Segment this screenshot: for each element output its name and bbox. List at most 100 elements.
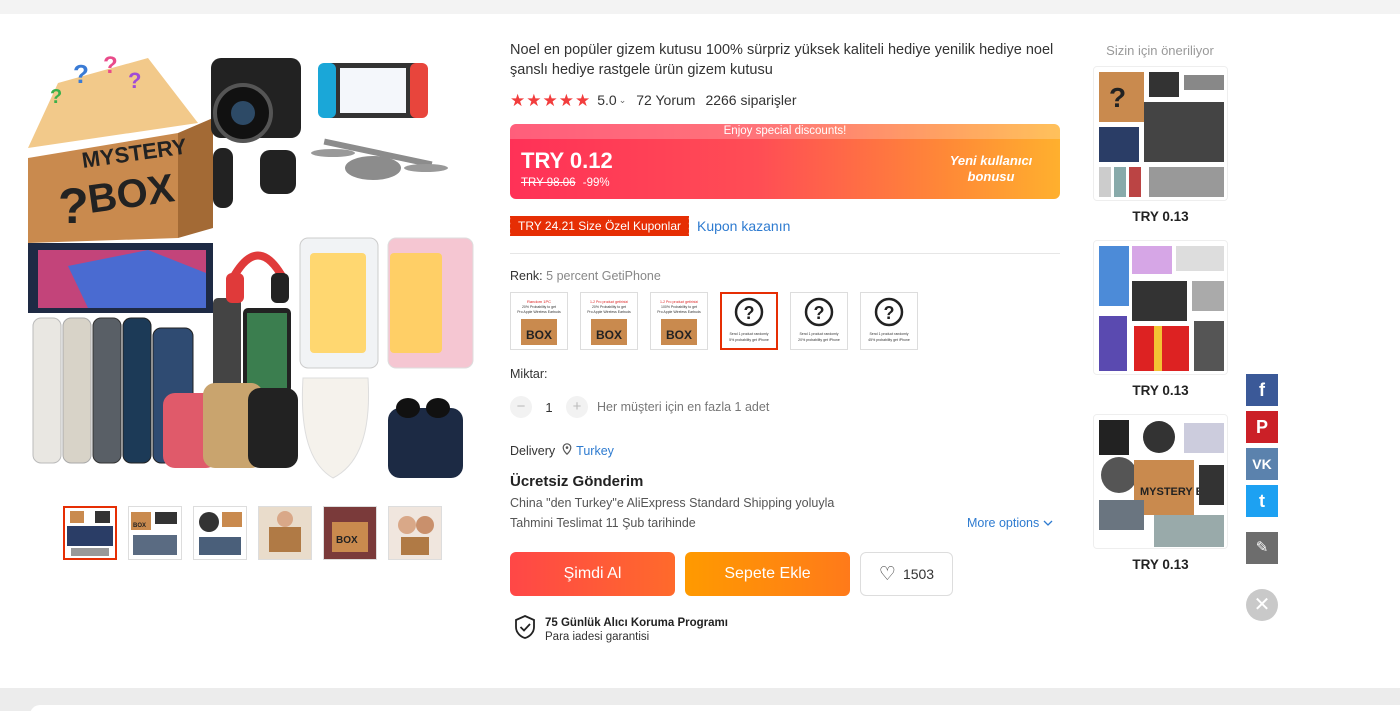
- thumbnail-3[interactable]: [193, 506, 247, 560]
- variant-option-4-selected[interactable]: ? Send 1 product randomly 5% probability…: [720, 292, 778, 350]
- svg-text:100% Probability to get: 100% Probability to get: [661, 305, 697, 309]
- get-coupon-link[interactable]: Kupon kazanın: [697, 218, 790, 234]
- divider: [510, 253, 1060, 254]
- coupon-tag[interactable]: TRY 24.21 Size Özel Kuponlar: [508, 216, 689, 236]
- wishlist-button[interactable]: ♡ 1503: [860, 552, 953, 596]
- variant-value: 5 percent GetiPhone: [546, 269, 661, 283]
- svg-text:1-2 Pro product getirinizi: 1-2 Pro product getirinizi: [660, 300, 698, 304]
- facebook-icon: f: [1259, 380, 1265, 400]
- twitter-share-button[interactable]: t: [1246, 485, 1278, 517]
- thumbnail-2[interactable]: BOX: [128, 506, 182, 560]
- rating-score[interactable]: 5.0: [597, 92, 616, 108]
- star-icon: ★: [526, 90, 542, 110]
- add-to-cart-button[interactable]: Sepete Ekle: [685, 552, 850, 596]
- svg-text:?: ?: [814, 303, 825, 323]
- twitter-icon: t: [1259, 491, 1265, 511]
- variant-swatches: Random 1PC 20% Probability to get Pro Ap…: [510, 292, 918, 350]
- product-title: Noel en popüler gizem kutusu 100% sürpri…: [510, 42, 1054, 78]
- svg-text:20% probability get iPhone: 20% probability get iPhone: [798, 338, 840, 342]
- svg-text:20% Probability to get: 20% Probability to get: [592, 305, 626, 309]
- svg-text:BOX: BOX: [133, 523, 146, 529]
- svg-text:?: ?: [884, 303, 895, 323]
- thumbnail-4[interactable]: [258, 506, 312, 560]
- main-product-image[interactable]: MYSTERY BOX ? ? ? ? ?: [28, 38, 478, 488]
- quantity-limit-note: Her müşteri için en fazla 1 adet: [597, 400, 770, 414]
- reviews-link[interactable]: 72 Yorum: [636, 92, 695, 108]
- old-price-row: TRY 98.06 -99%: [521, 177, 610, 189]
- variant-option-6[interactable]: ? Send 1 product randomly 45% probabilit…: [860, 292, 918, 350]
- svg-text:Pro Apple Wireless Earbuds: Pro Apple Wireless Earbuds: [517, 310, 561, 314]
- orders-count: 2266 siparişler: [705, 92, 797, 108]
- quantity-plus-button[interactable]: +: [566, 396, 588, 418]
- chevron-down-icon[interactable]: ⌄: [619, 95, 627, 106]
- variant-option-2[interactable]: 1-2 Pro product getirinizi 20% Probabili…: [580, 292, 638, 350]
- svg-text:?: ?: [58, 178, 89, 234]
- pinterest-share-button[interactable]: P: [1246, 411, 1278, 443]
- more-options-link[interactable]: More options: [967, 516, 1053, 530]
- svg-text:BOX: BOX: [336, 535, 358, 546]
- recommendation-price: TRY 0.13: [1132, 383, 1189, 398]
- star-icon: ★: [510, 90, 526, 110]
- star-icon: ★: [558, 90, 574, 110]
- recommendation-item-2[interactable]: TRY 0.13: [1093, 240, 1228, 398]
- svg-text:Pro Apple Wireless Earbuds: Pro Apple Wireless Earbuds: [587, 310, 631, 314]
- variant-option-5[interactable]: ? Send 1 product randomly 20% probabilit…: [790, 292, 848, 350]
- variant-label: Renk: 5 percent GetiPhone: [510, 269, 661, 283]
- svg-text:?: ?: [50, 86, 62, 108]
- buy-now-button[interactable]: Şimdi Al: [510, 552, 675, 596]
- variant-option-3[interactable]: 1-2 Pro product getirinizi 100% Probabil…: [650, 292, 708, 350]
- facebook-share-button[interactable]: f: [1246, 374, 1278, 406]
- bottom-card: [30, 705, 1400, 711]
- svg-text:BOX: BOX: [526, 328, 552, 342]
- svg-text:Send 1 product randomly: Send 1 product randomly: [729, 332, 768, 336]
- svg-text:Pro Apple Wireless Earbuds: Pro Apple Wireless Earbuds: [657, 310, 701, 314]
- quantity-input[interactable]: 1: [532, 400, 566, 415]
- delivery-country-link[interactable]: Turkey: [576, 444, 614, 458]
- heart-icon: ♡: [878, 563, 896, 585]
- vk-icon: VK: [1252, 456, 1272, 472]
- star-rating[interactable]: ★ ★ ★ ★ ★: [510, 92, 590, 109]
- recommendation-item-3[interactable]: MYSTERY BOX TRY 0.13: [1093, 414, 1228, 572]
- svg-text:?: ?: [1109, 82, 1126, 113]
- quantity-minus-button[interactable]: −: [510, 396, 532, 418]
- new-user-bonus: Yeni kullanıcı bonusu: [949, 153, 1033, 184]
- star-icon: ★: [575, 90, 591, 110]
- thumbnail-1[interactable]: [63, 506, 117, 560]
- mystery-box-illustration: MYSTERY BOX ? ? ? ? ?: [28, 52, 213, 243]
- thumbnail-6[interactable]: [388, 506, 442, 560]
- variant-option-1[interactable]: Random 1PC 20% Probability to get Pro Ap…: [510, 292, 568, 350]
- buyer-protection: 75 Günlük Alıcı Koruma Programı Para iad…: [514, 615, 728, 644]
- star-icon: ★: [542, 90, 558, 110]
- recommendations-title: Sizin için öneriliyor: [1106, 43, 1214, 58]
- shield-check-icon: [514, 615, 536, 644]
- recommendation-price: TRY 0.13: [1132, 557, 1189, 572]
- thumbnail-5[interactable]: BOX: [323, 506, 377, 560]
- wishlist-count: 1503: [902, 566, 935, 582]
- quantity-stepper: − 1 + Her müşteri için en fazla 1 adet: [510, 396, 769, 418]
- delivery-label: Delivery: [510, 443, 556, 458]
- recommendation-image[interactable]: ?: [1093, 66, 1228, 201]
- recommendation-image[interactable]: MYSTERY BOX: [1093, 414, 1228, 549]
- svg-text:45% probability get iPhone: 45% probability get iPhone: [868, 338, 910, 342]
- svg-text:20% Probability to get: 20% Probability to get: [522, 305, 556, 309]
- close-button[interactable]: ✕: [1246, 589, 1278, 621]
- svg-text:?: ?: [744, 303, 755, 323]
- svg-text:BOX: BOX: [596, 328, 622, 342]
- svg-text:Send 1 product randomly: Send 1 product randomly: [869, 332, 908, 336]
- svg-text:BOX: BOX: [666, 328, 692, 342]
- vk-share-button[interactable]: VK: [1246, 448, 1278, 480]
- shipping-method: China "den Turkey"e AliExpress Standard …: [510, 496, 835, 510]
- edit-button[interactable]: ✎: [1246, 532, 1278, 564]
- svg-text:?: ?: [128, 68, 141, 93]
- price-banner: Enjoy special discounts! TRY 0.12 TRY 98…: [510, 124, 1060, 199]
- coupon-row: TRY 24.21 Size Özel Kuponlar Kupon kazan…: [508, 216, 790, 236]
- top-bar: [0, 0, 1400, 14]
- svg-text:?: ?: [103, 52, 118, 79]
- shipping-title: Ücretsiz Gönderim: [510, 473, 644, 490]
- recommendation-price: TRY 0.13: [1132, 209, 1189, 224]
- svg-text:5% probability get iPhone: 5% probability get iPhone: [729, 338, 769, 342]
- chevron-down-icon: [1043, 516, 1053, 530]
- recommendation-image[interactable]: [1093, 240, 1228, 375]
- close-icon: ✕: [1253, 594, 1271, 616]
- recommendation-item-1[interactable]: ? TRY 0.13: [1093, 66, 1228, 224]
